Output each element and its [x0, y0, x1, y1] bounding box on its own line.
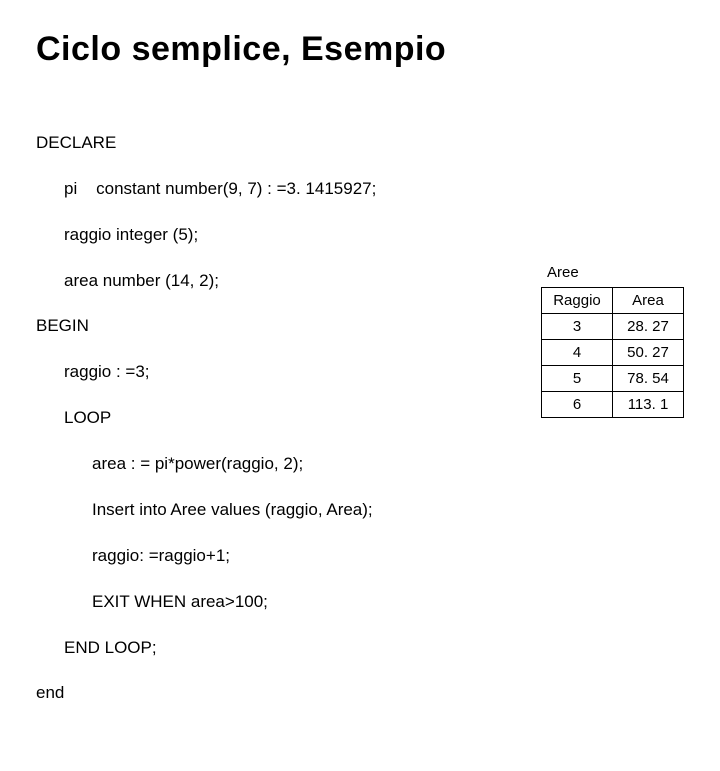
output-table: Raggio Area 3 28. 27 4 50. 27 5 78. 54 6 [541, 287, 684, 418]
code-line: end [36, 682, 521, 705]
table-cell: 113. 1 [613, 392, 684, 418]
table-row: 6 113. 1 [542, 392, 684, 418]
table-cell: 50. 27 [613, 340, 684, 366]
code-line: END LOOP; [36, 637, 521, 660]
code-line: Insert into Aree values (raggio, Area); [36, 499, 521, 522]
code-line: EXIT WHEN area>100; [36, 591, 521, 614]
code-line: pi constant number(9, 7) : =3. 1415927; [36, 178, 521, 201]
table-cell: 5 [542, 366, 613, 392]
output-table-wrap: Aree Raggio Area 3 28. 27 4 50. 27 5 78.… [541, 264, 684, 418]
code-line: DECLARE [36, 132, 521, 155]
table-row: 4 50. 27 [542, 340, 684, 366]
code-line: raggio: =raggio+1; [36, 545, 521, 568]
table-row: 5 78. 54 [542, 366, 684, 392]
code-line: BEGIN [36, 315, 521, 338]
table-header-cell: Raggio [542, 288, 613, 314]
code-line: LOOP [36, 407, 521, 430]
table-cell: 28. 27 [613, 314, 684, 340]
table-cell: 4 [542, 340, 613, 366]
code-line: area : = pi*power(raggio, 2); [36, 453, 521, 476]
table-caption: Aree [541, 264, 684, 281]
code-line: raggio integer (5); [36, 224, 521, 247]
code-block: DECLARE pi constant number(9, 7) : =3. 1… [36, 109, 521, 751]
slide: Ciclo semplice, Esempio DECLARE pi const… [0, 0, 720, 771]
slide-body: DECLARE pi constant number(9, 7) : =3. 1… [36, 109, 684, 751]
table-header-cell: Area [613, 288, 684, 314]
table-cell: 3 [542, 314, 613, 340]
table-cell: 78. 54 [613, 366, 684, 392]
code-line: area number (14, 2); [36, 270, 521, 293]
table-cell: 6 [542, 392, 613, 418]
code-line: raggio : =3; [36, 361, 521, 384]
slide-title: Ciclo semplice, Esempio [36, 30, 684, 69]
table-row: 3 28. 27 [542, 314, 684, 340]
table-header-row: Raggio Area [542, 288, 684, 314]
